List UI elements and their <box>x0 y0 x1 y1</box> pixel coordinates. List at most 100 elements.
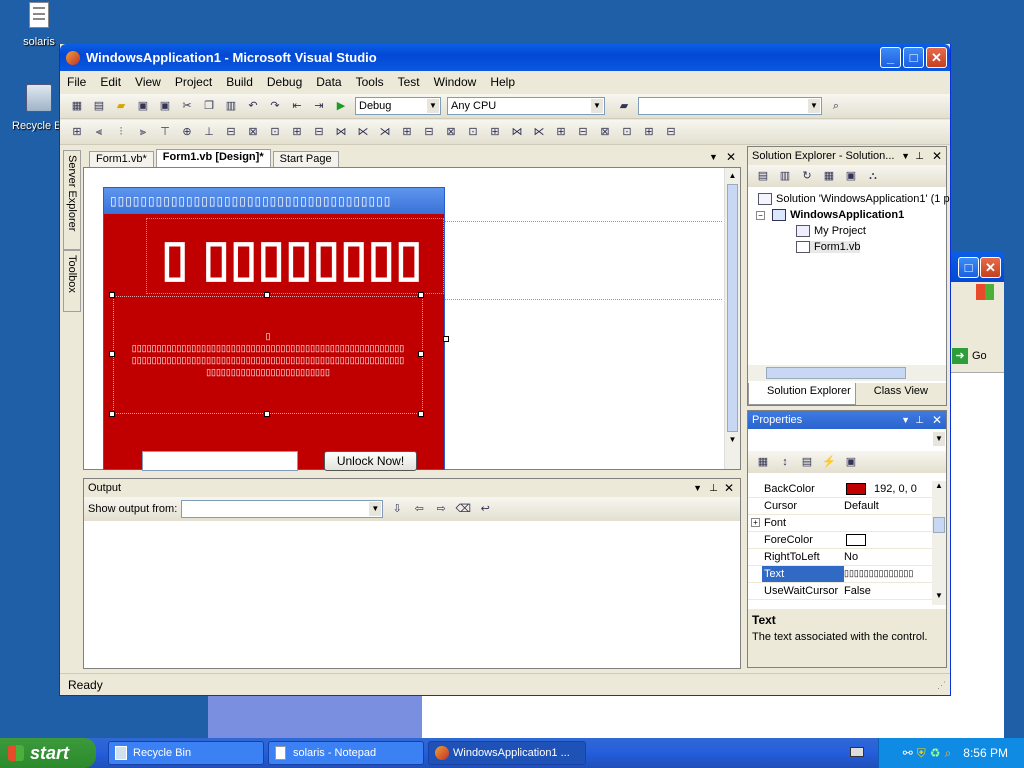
layout-tool-icon[interactable]: ⫷ <box>91 124 107 140</box>
layout-tool-icon[interactable]: ⫶ <box>113 124 129 140</box>
panel-dropdown-icon[interactable]: ▼ <box>901 415 910 425</box>
selection-handle[interactable] <box>418 292 424 298</box>
update-icon[interactable]: ♻ <box>930 746 941 760</box>
scroll-thumb[interactable] <box>727 184 738 432</box>
solution-configuration-select[interactable]: Debug ▼ <box>355 97 441 115</box>
tree-item-my-project[interactable]: My Project <box>796 225 866 238</box>
tab-form1-code[interactable]: Form1.vb* <box>89 151 154 167</box>
prop-row-righttoleft[interactable]: RightToLeft No <box>748 549 934 566</box>
layout-tool-icon[interactable]: ⊞ <box>641 124 657 140</box>
menu-window[interactable]: Window <box>427 75 484 89</box>
tree-item-form1[interactable]: Form1.vb <box>796 241 861 254</box>
selection-handle[interactable] <box>264 411 270 417</box>
paste-icon[interactable]: ▥ <box>223 98 239 114</box>
layout-tool-icon[interactable]: ⊠ <box>597 124 613 140</box>
resize-grip-icon[interactable]: ⋰ <box>937 680 946 691</box>
navigate-back-icon[interactable]: ⇤ <box>289 98 305 114</box>
tab-start-page[interactable]: Start Page <box>272 151 339 167</box>
task-notepad[interactable]: solaris - Notepad <box>268 741 424 765</box>
pin-icon[interactable]: ⊥ <box>915 151 924 162</box>
window-titlebar[interactable]: WindowsApplication1 - Microsoft Visual S… <box>60 44 950 71</box>
layout-tool-icon[interactable]: ⊟ <box>663 124 679 140</box>
menu-help[interactable]: Help <box>483 75 522 89</box>
key-input[interactable] <box>142 451 298 471</box>
panel-close-icon[interactable]: ✕ <box>932 413 942 427</box>
layout-tool-icon[interactable]: ⊞ <box>553 124 569 140</box>
scroll-up-icon[interactable]: ▲ <box>932 481 946 495</box>
doc-close-icon[interactable]: ✕ <box>726 150 736 164</box>
doc-tab-dropdown-icon[interactable]: ▼ <box>709 152 718 162</box>
network-icon[interactable]: ⚯ <box>903 746 913 760</box>
menu-debug[interactable]: Debug <box>260 75 309 89</box>
designer-vertical-scrollbar[interactable]: ▲ ▼ <box>724 168 740 469</box>
menu-tools[interactable]: Tools <box>349 75 391 89</box>
add-item-icon[interactable]: ▤ <box>91 98 107 114</box>
start-button[interactable]: start <box>0 738 96 768</box>
layout-tool-icon[interactable]: ⊟ <box>575 124 591 140</box>
menu-edit[interactable]: Edit <box>93 75 128 89</box>
solution-platform-select[interactable]: Any CPU ▼ <box>447 97 605 115</box>
task-recycle-bin[interactable]: Recycle Bin <box>108 741 264 765</box>
prop-row-usewaitcursor[interactable]: UseWaitCursor False <box>748 583 934 600</box>
expand-icon[interactable]: + <box>751 518 760 527</box>
layout-tool-icon[interactable]: ⊠ <box>443 124 459 140</box>
layout-tool-icon[interactable]: ⊞ <box>69 124 85 140</box>
tab-class-view[interactable]: Class View <box>856 383 932 405</box>
output-source-select[interactable]: ▼ <box>181 500 384 518</box>
tab-form1-design[interactable]: Form1.vb [Design]* <box>155 149 271 167</box>
class-diagram-icon[interactable]: ⛬ <box>865 168 881 184</box>
selection-handle[interactable] <box>418 411 424 417</box>
copy-icon[interactable]: ❐ <box>201 98 217 114</box>
panel-close-icon[interactable]: ✕ <box>724 481 734 495</box>
solution-explorer-hscrollbar[interactable] <box>748 365 946 381</box>
cut-icon[interactable]: ✂ <box>179 98 195 114</box>
show-all-files-icon[interactable]: ▥ <box>777 168 793 184</box>
layout-tool-icon[interactable]: ⊤ <box>157 124 173 140</box>
view-code-icon[interactable]: ▦ <box>821 168 837 184</box>
layout-tool-icon[interactable]: ⋉ <box>355 124 371 140</box>
close-button[interactable]: ✕ <box>926 47 947 68</box>
new-project-icon[interactable]: ▦ <box>69 98 85 114</box>
menu-build[interactable]: Build <box>219 75 260 89</box>
save-all-icon[interactable]: ▣ <box>157 98 173 114</box>
properties-icon[interactable]: ▤ <box>755 168 771 184</box>
toolbox-tab[interactable]: Toolbox <box>63 250 81 312</box>
menu-test[interactable]: Test <box>391 75 427 89</box>
tab-solution-explorer[interactable]: Solution Explorer <box>748 383 856 405</box>
view-designer-icon[interactable]: ▣ <box>843 168 859 184</box>
refresh-icon[interactable]: ↻ <box>799 168 815 184</box>
scroll-down-icon[interactable]: ▼ <box>932 591 946 605</box>
designed-form[interactable]: ▯▯▯▯▯▯▯▯▯▯▯▯▯▯▯▯▯▯▯▯▯▯▯▯▯▯▯▯▯▯▯▯▯▯▯▯▯ ▯ … <box>103 187 445 471</box>
alphabetical-icon[interactable]: ↕ <box>777 454 793 470</box>
layout-tool-icon[interactable]: ⊟ <box>421 124 437 140</box>
menu-view[interactable]: View <box>128 75 168 89</box>
prop-value[interactable]: ▯▯▯▯▯▯▯▯▯▯▯▯▯▯ <box>844 568 930 579</box>
navigate-forward-icon[interactable]: ⇥ <box>311 98 327 114</box>
menu-data[interactable]: Data <box>309 75 348 89</box>
prop-row-font[interactable]: + Font <box>748 515 934 532</box>
scroll-down-icon[interactable]: ▼ <box>725 432 740 448</box>
panel-dropdown-icon[interactable]: ▼ <box>901 151 910 161</box>
layout-tool-icon[interactable]: ⋈ <box>333 124 349 140</box>
layout-tool-icon[interactable]: ⊞ <box>487 124 503 140</box>
pin-icon[interactable]: ⊥ <box>709 483 718 494</box>
layout-tool-icon[interactable]: ⊟ <box>223 124 239 140</box>
layout-tool-icon[interactable]: ⊠ <box>245 124 261 140</box>
save-icon[interactable]: ▣ <box>135 98 151 114</box>
bg-close-button[interactable]: ✕ <box>980 257 1001 278</box>
panel-close-icon[interactable]: ✕ <box>932 149 942 163</box>
layout-tool-icon[interactable]: ⊡ <box>267 124 283 140</box>
tree-item-solution[interactable]: Solution 'WindowsApplication1' (1 p <box>758 193 950 206</box>
tree-item-project[interactable]: − WindowsApplication1 <box>756 209 904 222</box>
selection-handle[interactable] <box>418 351 424 357</box>
layout-tool-icon[interactable]: ⫸ <box>135 124 151 140</box>
object-select[interactable]: ▼ <box>748 431 946 449</box>
prop-row-forecolor[interactable]: ForeColor <box>748 532 934 549</box>
security-shield-icon[interactable]: ⛨ <box>917 746 926 761</box>
prop-row-cursor[interactable]: Cursor Default <box>748 498 934 515</box>
prop-row-text[interactable]: Text ▯▯▯▯▯▯▯▯▯▯▯▯▯▯ <box>748 566 934 583</box>
desktop-icon-solaris[interactable]: solaris <box>4 2 74 48</box>
properties-view-icon[interactable]: ▤ <box>799 454 815 470</box>
prop-row-backcolor[interactable]: BackColor 192, 0, 0 <box>748 481 934 498</box>
form-resize-handle[interactable] <box>443 336 449 342</box>
